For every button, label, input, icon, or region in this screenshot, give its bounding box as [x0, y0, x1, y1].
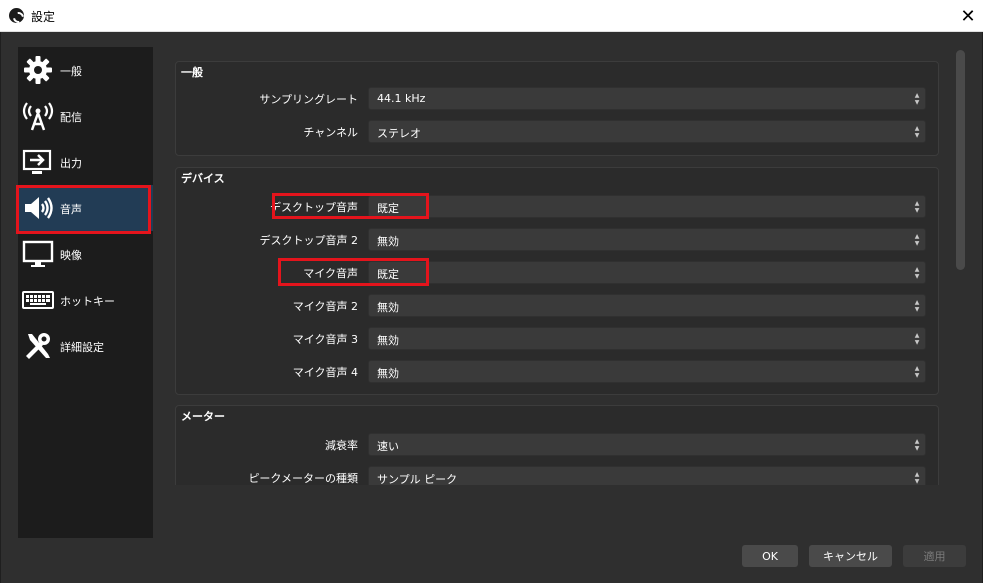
gear-icon	[22, 54, 54, 86]
mic-audio-select[interactable]: 既定 ▲ ▼	[368, 261, 926, 284]
spin-arrows-icon: ▲ ▼	[914, 265, 920, 280]
sidebar-item-label: 配信	[60, 111, 82, 124]
sidebar-item-label: 出力	[60, 157, 82, 170]
decay-rate-label: 減衰率	[325, 439, 358, 452]
sidebar-item-label: ホットキー	[60, 295, 115, 308]
window-title: 設定	[31, 10, 56, 24]
channels-select[interactable]: ステレオ ▲ ▼	[368, 120, 926, 143]
spin-arrows-icon: ▲ ▼	[914, 199, 920, 214]
desktop-audio-2-select[interactable]: 無効 ▲ ▼	[368, 228, 926, 251]
tools-icon	[22, 330, 54, 362]
output-icon	[22, 146, 54, 178]
vertical-scrollbar[interactable]	[955, 47, 966, 485]
general-group: 一般 サンプリングレート 44.1 kHz ▲ ▼ チャンネル ステレオ ▲ ▼	[175, 61, 939, 156]
sidebar-item-label: 一般	[60, 65, 82, 78]
sidebar-item-general[interactable]: 一般	[18, 47, 153, 93]
mic-audio-2-select[interactable]: 無効 ▲ ▼	[368, 294, 926, 317]
broadcast-icon	[22, 100, 54, 132]
spin-arrows-icon: ▲ ▼	[914, 364, 920, 379]
mic-audio-4-label: マイク音声 4	[292, 366, 358, 379]
sidebar-item-hotkeys[interactable]: ホットキー	[18, 277, 153, 323]
sidebar-item-video[interactable]: 映像	[18, 231, 153, 277]
sidebar-item-output[interactable]: 出力	[18, 139, 153, 185]
sidebar-item-label: 詳細設定	[60, 341, 104, 354]
cancel-button[interactable]: キャンセル	[809, 545, 892, 567]
sidebar-item-advanced[interactable]: 詳細設定	[18, 323, 153, 369]
apply-button[interactable]: 適用	[903, 545, 966, 567]
sidebar-item-label: 映像	[60, 249, 82, 262]
close-icon: ✕	[960, 5, 976, 27]
spin-arrows-icon: ▲ ▼	[914, 124, 920, 139]
highlight-desktop-audio	[272, 193, 429, 219]
keyboard-icon	[22, 284, 54, 316]
spin-arrows-icon: ▲ ▼	[914, 470, 920, 485]
desktop-audio-2-label: デスクトップ音声 2	[259, 234, 359, 247]
sample-rate-label: サンプリングレート	[259, 93, 358, 106]
spin-arrows-icon: ▲ ▼	[914, 437, 920, 452]
spin-arrows-icon: ▲ ▼	[914, 232, 920, 247]
mic-audio-3-select[interactable]: 無効 ▲ ▼	[368, 327, 926, 350]
spin-arrows-icon: ▲ ▼	[914, 298, 920, 313]
close-button[interactable]: ✕	[953, 0, 983, 32]
title-bar: 設定 ✕	[0, 0, 983, 32]
spin-arrows-icon: ▲ ▼	[914, 331, 920, 346]
peak-meter-type-label: ピークメーターの種類	[248, 472, 358, 485]
mic-audio-3-label: マイク音声 3	[292, 333, 358, 346]
channels-label: チャンネル	[303, 126, 358, 139]
peak-meter-type-select[interactable]: サンプル ピーク ▲ ▼	[368, 466, 926, 485]
spin-arrows-icon: ▲ ▼	[914, 91, 920, 106]
group-title-devices: デバイス	[181, 172, 225, 185]
highlight-mic-audio	[278, 258, 429, 286]
sample-rate-select[interactable]: 44.1 kHz ▲ ▼	[368, 87, 926, 110]
decay-rate-select[interactable]: 速い ▲ ▼	[368, 433, 926, 456]
settings-dialog: 一般 配信 出力 音声 映像 ホットキー 詳細設定 一般 サンプリングレート 4…	[0, 32, 983, 583]
highlight-audio-sidebar	[16, 185, 151, 234]
group-title-general: 一般	[181, 66, 203, 79]
sidebar-item-stream[interactable]: 配信	[18, 93, 153, 139]
group-title-meters: メーター	[181, 410, 225, 423]
mic-audio-4-select[interactable]: 無効 ▲ ▼	[368, 360, 926, 383]
ok-button[interactable]: OK	[742, 545, 798, 567]
obs-logo-icon	[9, 8, 24, 23]
settings-sidebar: 一般 配信 出力 音声 映像 ホットキー 詳細設定	[18, 47, 153, 538]
mic-audio-2-label: マイク音声 2	[292, 300, 358, 313]
scrollbar-thumb[interactable]	[956, 50, 965, 270]
meters-group: メーター 減衰率 速い ▲ ▼ ピークメーターの種類 サンプル ピーク ▲ ▼	[175, 405, 939, 485]
desktop-audio-select[interactable]: 既定 ▲ ▼	[368, 195, 926, 218]
monitor-icon	[22, 238, 54, 270]
